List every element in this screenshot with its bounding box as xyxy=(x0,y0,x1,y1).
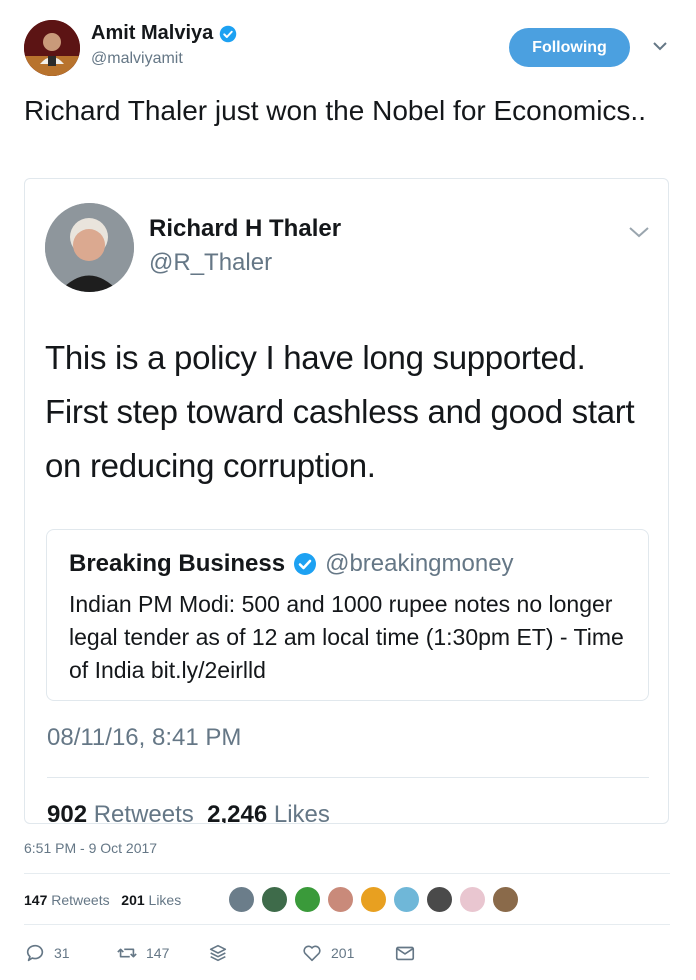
retweet-count: 147 xyxy=(146,945,170,961)
liker-avatar[interactable] xyxy=(227,885,256,914)
liker-avatar[interactable] xyxy=(326,885,355,914)
quoted-author-name: Richard H Thaler xyxy=(149,215,342,242)
direct-message-button[interactable] xyxy=(394,942,416,964)
likes-count[interactable]: 201 xyxy=(121,892,144,908)
quoted-author-handle: @R_Thaler xyxy=(149,249,273,276)
quoted-author-avatar xyxy=(45,203,134,292)
liker-avatar[interactable] xyxy=(458,885,487,914)
quoted-tweet-card[interactable]: Richard H Thaler @R_Thaler This is a pol… xyxy=(24,178,669,824)
quoted-likes-count: 2,246 xyxy=(207,801,268,824)
author-handle[interactable]: @malviyamit xyxy=(91,50,237,68)
verified-badge-icon xyxy=(220,25,237,42)
heart-icon xyxy=(303,945,321,962)
author-avatar[interactable] xyxy=(24,20,80,76)
retweet-icon xyxy=(117,948,137,958)
retweets-count[interactable]: 147 xyxy=(24,892,47,908)
quoted-tweet-text: This is a policy I have long supported. … xyxy=(45,339,635,484)
quoted-tweet-stats: 902 Retweets 2,246 Likes xyxy=(47,801,330,824)
retweet-button[interactable]: 147 xyxy=(116,942,169,964)
layers-icon xyxy=(209,944,227,962)
tweet-actions: 31 147 201 xyxy=(24,942,424,966)
reply-button[interactable]: 31 xyxy=(24,942,70,964)
inner-author-handle: @breakingmoney xyxy=(325,550,514,577)
liker-avatar[interactable] xyxy=(392,885,421,914)
liker-avatar[interactable] xyxy=(425,885,454,914)
quoted-tweet-timestamp: 08/11/16, 8:41 PM xyxy=(47,724,242,751)
divider xyxy=(24,873,670,874)
divider xyxy=(24,924,670,925)
liker-avatar[interactable] xyxy=(359,885,388,914)
quoted-retweets-label: Retweets xyxy=(93,801,194,824)
inner-tweet-text: Indian PM Modi: 500 and 1000 rupee notes… xyxy=(69,591,624,683)
liker-avatar[interactable] xyxy=(491,885,520,914)
liker-avatar[interactable] xyxy=(260,885,289,914)
liker-avatar[interactable] xyxy=(293,885,322,914)
like-button[interactable]: 201 xyxy=(301,942,354,964)
inner-quoted-tweet: Breaking Business @breakingmoney Indian … xyxy=(46,529,649,701)
reply-icon xyxy=(26,944,44,962)
user-avatar-icon xyxy=(24,20,80,76)
quoted-likes-label: Likes xyxy=(273,801,330,824)
inner-author-name: Breaking Business xyxy=(69,550,286,577)
user-avatar-icon xyxy=(45,203,134,292)
tweet-text: Richard Thaler just won the Nobel for Ec… xyxy=(24,95,646,126)
like-count: 201 xyxy=(331,945,355,961)
chevron-down-icon[interactable] xyxy=(652,40,668,52)
tweet-header: Amit Malviya @malviyamit Following xyxy=(24,18,674,78)
layers-button[interactable] xyxy=(207,942,229,964)
reply-count: 31 xyxy=(54,945,70,961)
verified-badge-icon xyxy=(294,553,317,575)
divider xyxy=(47,777,649,778)
quoted-retweets-count: 902 xyxy=(47,801,88,824)
chevron-down-icon xyxy=(629,227,649,238)
retweets-label[interactable]: Retweets xyxy=(51,892,109,908)
envelope-icon xyxy=(395,946,415,961)
following-button[interactable]: Following xyxy=(509,28,630,67)
tweet-timestamp[interactable]: 6:51 PM - 9 Oct 2017 xyxy=(24,840,157,856)
likes-label[interactable]: Likes xyxy=(149,892,182,908)
tweet-stats: 147 Retweets 201 Likes xyxy=(24,892,181,908)
liker-avatars xyxy=(227,885,520,914)
author-name[interactable]: Amit Malviya xyxy=(91,22,213,45)
